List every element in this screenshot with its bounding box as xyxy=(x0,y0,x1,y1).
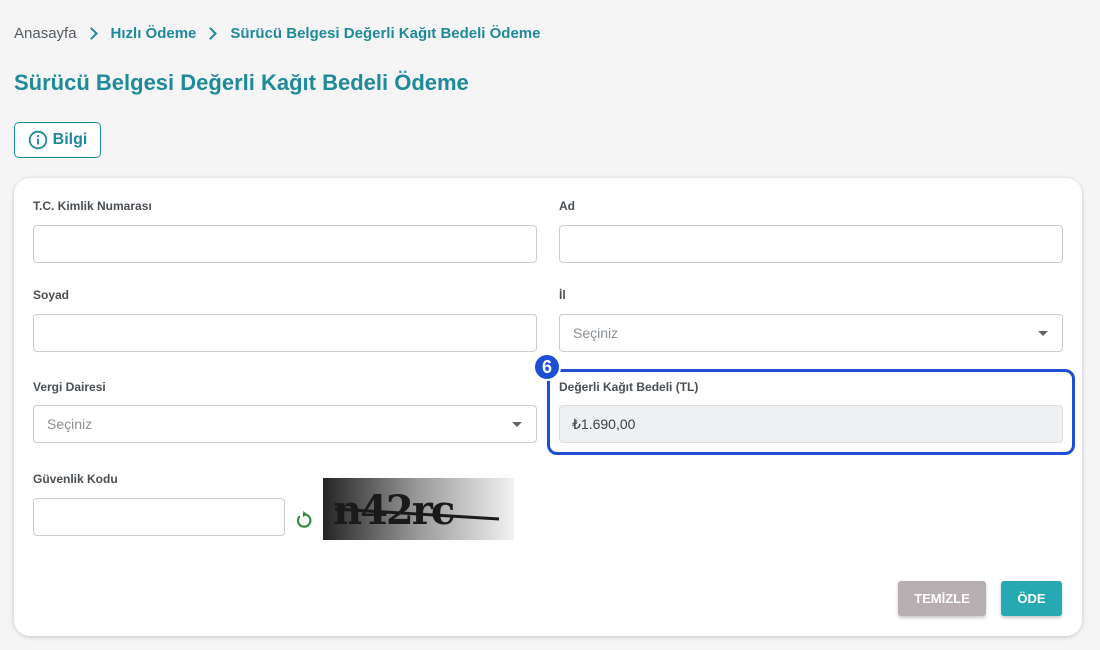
breadcrumb: Anasayfa Hızlı Ödeme Sürücü Belgesi Değe… xyxy=(14,22,541,44)
pay-button[interactable]: ÖDE xyxy=(1001,581,1062,616)
page-title: Sürücü Belgesi Değerli Kağıt Bedeli Ödem… xyxy=(14,70,469,95)
breadcrumb-home-link[interactable]: Anasayfa xyxy=(14,25,77,42)
guvenlik-kodu-input[interactable] xyxy=(33,498,285,536)
info-button[interactable]: Bilgi xyxy=(14,122,101,158)
step-number-badge: 6 xyxy=(533,353,561,381)
caret-down-icon xyxy=(512,422,522,427)
info-circle-icon xyxy=(28,130,48,150)
soyad-label: Soyad xyxy=(33,288,70,302)
vergi-dairesi-select[interactable]: Seçiniz xyxy=(33,405,537,443)
tc-kimlik-input[interactable] xyxy=(33,225,537,263)
tc-kimlik-label: T.C. Kimlik Numarası xyxy=(33,199,152,213)
il-label: İl xyxy=(559,288,566,302)
chevron-right-icon xyxy=(204,26,218,40)
breadcrumb-current-page: Sürücü Belgesi Değerli Kağıt Bedeli Ödem… xyxy=(230,24,541,42)
ad-input[interactable] xyxy=(559,225,1063,263)
breadcrumb-quick-payment-link[interactable]: Hızlı Ödeme xyxy=(111,25,197,42)
refresh-icon[interactable] xyxy=(294,510,314,530)
clear-button[interactable]: TEMİZLE xyxy=(898,581,986,616)
chevron-right-icon xyxy=(84,26,98,40)
soyad-input[interactable] xyxy=(33,314,537,352)
caret-down-icon xyxy=(1038,331,1048,336)
guvenlik-kodu-label: Güvenlik Kodu xyxy=(33,472,118,486)
vergi-dairesi-select-value: Seçiniz xyxy=(47,416,93,432)
vergi-dairesi-label: Vergi Dairesi xyxy=(33,380,106,394)
il-select[interactable]: Seçiniz xyxy=(559,314,1063,352)
captcha-image: n42rc xyxy=(323,478,514,540)
annotation-highlight-box xyxy=(547,369,1075,455)
payment-form-card: T.C. Kimlik Numarası Ad Soyad İl Seçiniz… xyxy=(14,178,1082,636)
info-button-label: Bilgi xyxy=(52,131,88,148)
il-select-value: Seçiniz xyxy=(573,325,619,341)
ad-label: Ad xyxy=(559,199,575,213)
